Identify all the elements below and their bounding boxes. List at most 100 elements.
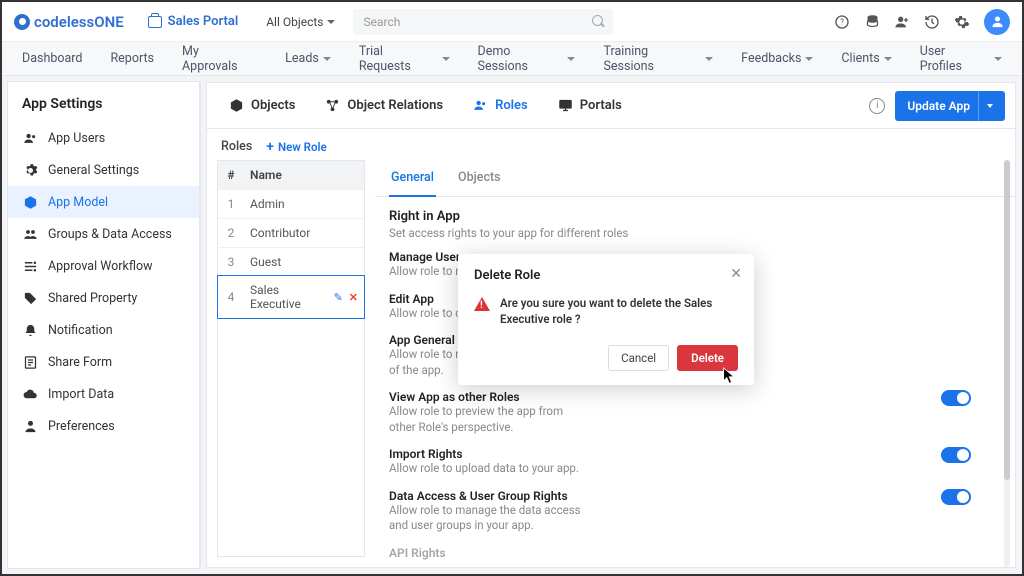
- search-icon: [592, 15, 605, 28]
- sidebar-item-label: Notification: [48, 323, 113, 338]
- nav-training-sessions[interactable]: Training Sessions: [591, 42, 725, 75]
- cube-icon: [229, 98, 245, 114]
- sidebar-item-groups-data-access[interactable]: Groups & Data Access: [8, 218, 199, 250]
- sidebar-item-label: Share Form: [48, 355, 112, 370]
- nav-my-approvals[interactable]: My Approvals: [170, 42, 269, 75]
- tag-icon: [22, 290, 38, 306]
- sidebar-item-import-data[interactable]: Import Data: [8, 378, 199, 410]
- chevron-down-icon: [323, 57, 331, 61]
- nav-demo-sessions[interactable]: Demo Sessions: [466, 42, 588, 75]
- detail-tabs: General Objects: [375, 160, 1015, 197]
- nav-trial-requests[interactable]: Trial Requests: [347, 42, 462, 75]
- perm-data-access: Data Access & User Group RightsAllow rol…: [375, 481, 985, 538]
- users-icon: [473, 98, 489, 114]
- edit-icon[interactable]: ✎: [334, 291, 343, 304]
- object-selector-label: All Objects: [266, 15, 323, 29]
- table-row-selected[interactable]: 4 Sales Executive ✎ ✕: [217, 275, 365, 319]
- close-icon[interactable]: ✕: [730, 266, 742, 282]
- tab-portals[interactable]: Portals: [546, 83, 634, 128]
- tab-objects[interactable]: Objects: [217, 83, 307, 128]
- database-icon[interactable]: [864, 14, 880, 30]
- user-add-icon[interactable]: [894, 14, 910, 30]
- preferences-icon: [22, 418, 38, 434]
- sidebar-item-app-model[interactable]: App Model: [8, 186, 199, 218]
- gear-icon: [22, 162, 38, 178]
- warning-icon: [474, 297, 490, 311]
- nav-dashboard[interactable]: Dashboard: [10, 42, 94, 75]
- nav-feedbacks[interactable]: Feedbacks: [729, 42, 825, 75]
- cancel-button[interactable]: Cancel: [608, 345, 669, 371]
- chevron-down-icon: [327, 20, 335, 24]
- roles-table: # Name 1Admin 2Contributor 3Guest 4 Sale…: [217, 160, 365, 557]
- sidebar-item-label: Import Data: [48, 387, 114, 402]
- sidebar-item-notification[interactable]: Notification: [8, 314, 199, 346]
- search-input[interactable]: [353, 9, 613, 35]
- nav-leads[interactable]: Leads: [273, 42, 343, 75]
- tab-roles[interactable]: Roles: [461, 83, 540, 128]
- chevron-down-icon: [987, 104, 993, 108]
- detail-tab-objects[interactable]: Objects: [456, 160, 503, 196]
- perm-import-rights: Import RightsAllow role to upload data t…: [375, 439, 985, 481]
- content-tabs: Objects Object Relations Roles Portals i…: [207, 83, 1015, 129]
- sidebar-item-label: Groups & Data Access: [48, 227, 172, 242]
- sidebar: App Settings App Users General Settings …: [8, 82, 200, 568]
- portal-selector[interactable]: Sales Portal: [148, 14, 239, 29]
- sidebar-item-shared-property[interactable]: Shared Property: [8, 282, 199, 314]
- monitor-icon: [558, 98, 574, 114]
- chevron-down-icon: [884, 57, 892, 61]
- breadcrumb-row: Roles +New Role: [207, 129, 1015, 160]
- delete-role-modal: ✕ Delete Role Are you sure you want to d…: [458, 254, 754, 385]
- cloud-upload-icon: [22, 386, 38, 402]
- topbar: codelessONE Sales Portal All Objects ?: [2, 2, 1022, 42]
- perm-api-rights: API Rights: [375, 538, 985, 564]
- chevron-down-icon: [442, 57, 450, 61]
- toggle-data-access[interactable]: [941, 489, 971, 505]
- chevron-down-icon: [705, 57, 713, 61]
- col-name: Name: [244, 161, 364, 189]
- chevron-down-icon: [567, 57, 575, 61]
- history-icon[interactable]: [924, 14, 940, 30]
- svg-text:?: ?: [840, 17, 844, 26]
- info-icon[interactable]: i: [869, 98, 885, 114]
- nav-reports[interactable]: Reports: [98, 42, 166, 75]
- delete-button[interactable]: Delete: [677, 345, 738, 371]
- sidebar-item-general-settings[interactable]: General Settings: [8, 154, 199, 186]
- sidebar-item-app-users[interactable]: App Users: [8, 122, 199, 154]
- users-icon: [22, 130, 38, 146]
- section-subtitle: Set access rights to your app for differ…: [389, 226, 1001, 240]
- new-role-button[interactable]: +New Role: [266, 140, 326, 154]
- nav-user-profiles[interactable]: User Profiles: [908, 42, 1014, 75]
- object-selector[interactable]: All Objects: [266, 15, 335, 29]
- tab-object-relations[interactable]: Object Relations: [313, 83, 455, 128]
- update-app-button[interactable]: Update App: [895, 91, 1005, 121]
- sidebar-item-share-form[interactable]: Share Form: [8, 346, 199, 378]
- sidebar-item-label: App Model: [48, 195, 108, 210]
- detail-tab-general[interactable]: General: [389, 160, 436, 197]
- scrollbar[interactable]: [1001, 160, 1013, 567]
- modal-message: Are you sure you want to delete the Sale…: [500, 295, 738, 327]
- table-row[interactable]: 1Admin: [218, 189, 364, 218]
- brand-logo-icon: [14, 14, 30, 30]
- modal-title: Delete Role: [474, 268, 738, 283]
- sidebar-item-label: Approval Workflow: [48, 259, 152, 274]
- sidebar-item-preferences[interactable]: Preferences: [8, 410, 199, 442]
- delete-icon[interactable]: ✕: [349, 291, 358, 304]
- brand-logo[interactable]: codelessONE: [14, 13, 124, 31]
- nav-clients[interactable]: Clients: [829, 42, 903, 75]
- groups-icon: [22, 226, 38, 242]
- table-row[interactable]: 2Contributor: [218, 218, 364, 247]
- toggle-import-rights[interactable]: [941, 447, 971, 463]
- sidebar-item-approval-workflow[interactable]: Approval Workflow: [8, 250, 199, 282]
- table-row[interactable]: 3Guest: [218, 247, 364, 276]
- chevron-down-icon: [805, 57, 813, 61]
- brand-logo-text: codelessONE: [34, 13, 124, 31]
- avatar[interactable]: [984, 9, 1010, 35]
- cube-icon: [22, 194, 38, 210]
- gear-icon[interactable]: [954, 14, 970, 30]
- search-wrap: [353, 9, 613, 35]
- roles-table-head: # Name: [218, 161, 364, 189]
- help-icon[interactable]: ?: [834, 14, 850, 30]
- portal-label: Sales Portal: [168, 14, 239, 29]
- toggle-view-as-roles[interactable]: [941, 390, 971, 406]
- right-in-app-section: Right in App Set access rights to your a…: [375, 197, 1015, 242]
